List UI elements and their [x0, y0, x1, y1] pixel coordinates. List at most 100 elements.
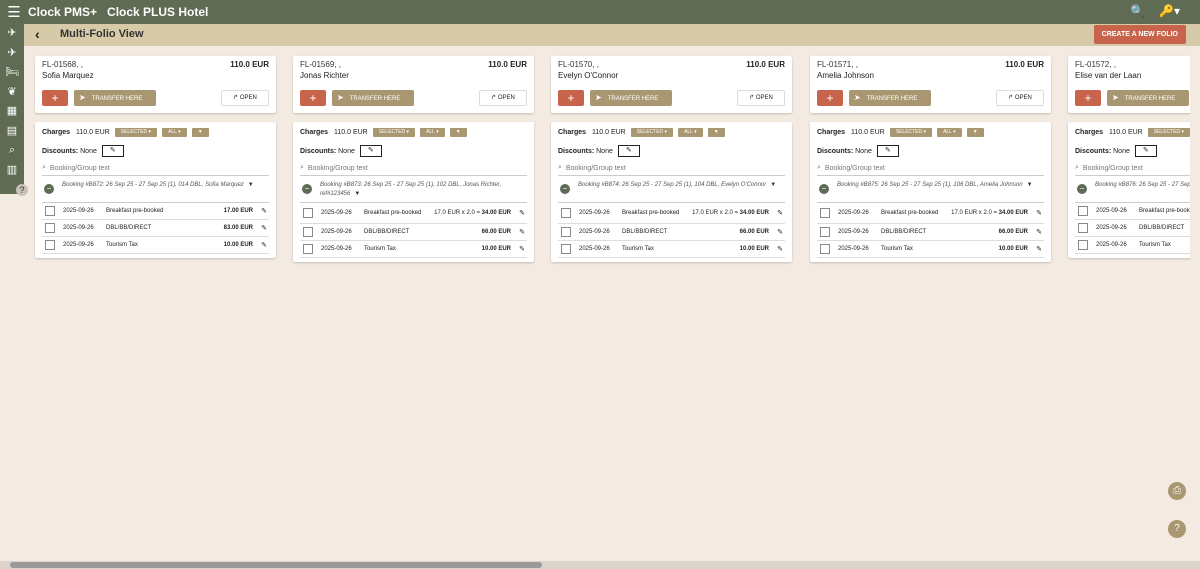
- all-dropdown[interactable]: ALL ▾: [162, 127, 187, 137]
- pencil-icon[interactable]: ✎: [777, 209, 783, 217]
- back-icon[interactable]: ‹: [35, 26, 40, 42]
- all-dropdown[interactable]: ALL ▾: [937, 127, 962, 137]
- booking-search-input[interactable]: ⌕ Booking/Group text: [42, 161, 269, 176]
- booking-group[interactable]: − Booking #B876: 26 Sep 25 - 27 Sep 25 (…: [1075, 181, 1190, 203]
- help-fab-icon[interactable]: ?: [1168, 520, 1186, 538]
- collapse-icon[interactable]: −: [1077, 184, 1087, 194]
- add-charge-button[interactable]: +: [558, 90, 584, 106]
- booking-label: Booking #B872: 26 Sep 25 - 27 Sep 25 (1)…: [62, 182, 244, 188]
- charge-checkbox[interactable]: [1078, 206, 1088, 216]
- vertical-scrollbar[interactable]: [1190, 46, 1200, 561]
- all-dropdown[interactable]: ALL ▾: [678, 127, 703, 137]
- collapse-icon[interactable]: −: [302, 184, 312, 194]
- selected-dropdown[interactable]: SELECTED ▾: [889, 127, 933, 137]
- charge-checkbox[interactable]: [45, 223, 55, 233]
- pencil-icon[interactable]: ✎: [261, 241, 267, 249]
- charge-checkbox[interactable]: [561, 227, 571, 237]
- charge-checkbox[interactable]: [303, 208, 313, 218]
- booking-group[interactable]: − Booking #B875: 26 Sep 25 - 27 Sep 25 (…: [817, 181, 1044, 203]
- open-folio-button[interactable]: ↱ OPEN: [221, 90, 269, 106]
- open-folio-button[interactable]: ↱ OPEN: [996, 90, 1044, 106]
- charges-row: Charges 110.0 EUR SELECTED ▾ ALL ▾ ▼: [1075, 125, 1190, 139]
- filter-icon[interactable]: ▼: [966, 127, 984, 137]
- pencil-icon[interactable]: ✎: [519, 209, 525, 217]
- bed-icon[interactable]: 🛏: [0, 63, 24, 83]
- pencil-icon[interactable]: ✎: [261, 207, 267, 215]
- charge-checkbox[interactable]: [45, 240, 55, 250]
- dropdown-triangle-icon[interactable]: ▼: [354, 191, 360, 197]
- calendar-icon[interactable]: ▦: [0, 102, 24, 122]
- collapse-icon[interactable]: −: [819, 184, 829, 194]
- pencil-icon[interactable]: ✎: [1036, 209, 1042, 217]
- document-icon[interactable]: ▤: [0, 122, 24, 142]
- filter-icon[interactable]: ▼: [191, 127, 209, 137]
- pencil-icon[interactable]: ✎: [519, 228, 525, 236]
- charge-checkbox[interactable]: [303, 244, 313, 254]
- dropdown-triangle-icon[interactable]: ▼: [248, 182, 254, 188]
- edit-discounts-button[interactable]: ✎: [359, 145, 382, 157]
- charge-checkbox[interactable]: [820, 227, 830, 237]
- booking-group[interactable]: − Booking #B872: 26 Sep 25 - 27 Sep 25 (…: [42, 181, 269, 203]
- transfer-here-button[interactable]: ➤ TRANSFER HERE: [74, 90, 156, 106]
- leaf-icon[interactable]: ❦: [0, 83, 24, 103]
- send-icon: ➤: [595, 93, 602, 102]
- arrival-icon[interactable]: ✈: [0, 24, 24, 44]
- filter-icon[interactable]: ▼: [707, 127, 725, 137]
- charge-checkbox[interactable]: [820, 208, 830, 218]
- open-folio-button[interactable]: ↱ OPEN: [479, 90, 527, 106]
- charge-checkbox[interactable]: [561, 208, 571, 218]
- key-icon[interactable]: 🔑▾: [1159, 4, 1180, 18]
- add-charge-button[interactable]: +: [300, 90, 326, 106]
- charge-checkbox[interactable]: [303, 227, 313, 237]
- search-icon[interactable]: ⌕: [0, 141, 24, 161]
- pencil-icon[interactable]: ✎: [519, 245, 525, 253]
- transfer-here-button[interactable]: ➤ TRANSFER HERE: [590, 90, 672, 106]
- collapse-icon[interactable]: −: [560, 184, 570, 194]
- collapse-icon[interactable]: −: [44, 184, 54, 194]
- charge-row: 2025-09-26 Tourism Tax 10.00 EUR ✎: [558, 241, 785, 258]
- transfer-here-button[interactable]: ➤ TRANSFER HERE: [332, 90, 414, 106]
- booking-search-input[interactable]: ⌕ Booking/Group text: [1075, 161, 1190, 176]
- booking-search-input[interactable]: ⌕ Booking/Group text: [300, 161, 527, 176]
- pencil-icon[interactable]: ✎: [777, 228, 783, 236]
- booking-search-input[interactable]: ⌕ Booking/Group text: [817, 161, 1044, 176]
- edit-discounts-button[interactable]: ✎: [617, 145, 640, 157]
- booking-group[interactable]: − Booking #B874: 26 Sep 25 - 27 Sep 25 (…: [558, 181, 785, 203]
- add-charge-button[interactable]: +: [42, 90, 68, 106]
- filter-icon[interactable]: ▼: [449, 127, 467, 137]
- scrollbar-thumb[interactable]: [10, 562, 542, 568]
- pencil-icon[interactable]: ✎: [1036, 228, 1042, 236]
- pencil-icon[interactable]: ✎: [261, 224, 267, 232]
- departure-icon[interactable]: ✈: [0, 44, 24, 64]
- edit-discounts-button[interactable]: ✎: [101, 145, 124, 157]
- dropdown-triangle-icon[interactable]: ▼: [1027, 182, 1033, 188]
- dropdown-triangle-icon[interactable]: ▼: [770, 182, 776, 188]
- charge-checkbox[interactable]: [1078, 223, 1088, 233]
- add-charge-button[interactable]: +: [817, 90, 843, 106]
- charge-checkbox[interactable]: [820, 244, 830, 254]
- transfer-here-button[interactable]: ➤ TRANSFER HERE: [849, 90, 931, 106]
- charge-checkbox[interactable]: [45, 206, 55, 216]
- charge-checkbox[interactable]: [561, 244, 571, 254]
- charge-checkbox[interactable]: [1078, 240, 1088, 250]
- selected-dropdown[interactable]: SELECTED ▾: [114, 127, 158, 137]
- hamburger-menu-icon[interactable]: ☰: [0, 3, 28, 21]
- pencil-icon[interactable]: ✎: [777, 245, 783, 253]
- print-icon[interactable]: ⎙: [1168, 482, 1186, 500]
- selected-dropdown[interactable]: SELECTED ▾: [1147, 127, 1190, 137]
- booking-group[interactable]: − Booking #B873: 26 Sep 25 - 27 Sep 25 (…: [300, 181, 527, 203]
- pencil-icon[interactable]: ✎: [1036, 245, 1042, 253]
- create-folio-button[interactable]: CREATE A NEW FOLIO: [1093, 25, 1186, 44]
- add-charge-button[interactable]: +: [1075, 90, 1101, 106]
- edit-discounts-button[interactable]: ✎: [876, 145, 899, 157]
- selected-dropdown[interactable]: SELECTED ▾: [630, 127, 674, 137]
- all-dropdown[interactable]: ALL ▾: [420, 127, 445, 137]
- booking-search-input[interactable]: ⌕ Booking/Group text: [558, 161, 785, 176]
- selected-dropdown[interactable]: SELECTED ▾: [372, 127, 416, 137]
- horizontal-scrollbar[interactable]: [0, 561, 1200, 569]
- edit-discounts-button[interactable]: ✎: [1134, 145, 1157, 157]
- open-folio-button[interactable]: ↱ OPEN: [737, 90, 785, 106]
- book-icon[interactable]: ▥: [0, 161, 24, 181]
- transfer-here-button[interactable]: ➤ TRANSFER HERE: [1107, 90, 1189, 106]
- search-icon[interactable]: 🔍: [1130, 4, 1145, 18]
